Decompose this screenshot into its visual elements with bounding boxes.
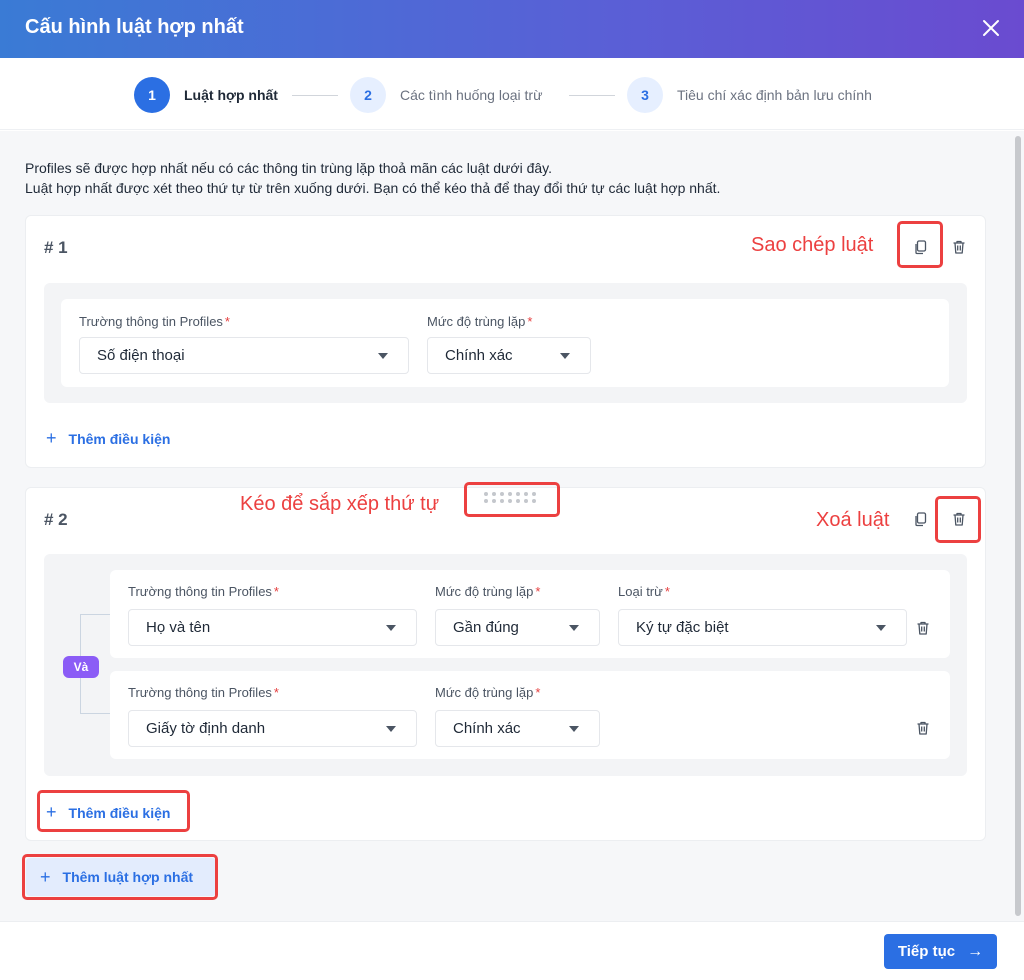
required-mark: *: [224, 314, 230, 329]
connector-line: [80, 713, 110, 714]
caret-down-icon: [876, 625, 886, 631]
rule-number: # 2: [44, 510, 68, 529]
step-2[interactable]: 2 Các tình huống loại trừ: [350, 77, 542, 113]
highlight-copy: [897, 221, 943, 268]
select-value: Chính xác: [445, 347, 513, 364]
match-label-text: Mức độ trùng lặp: [427, 314, 526, 329]
step-3[interactable]: 3 Tiêu chí xác định bản lưu chính: [627, 77, 872, 113]
condition-row: Trường thông tin Profiles * Họ và tên Mức…: [110, 570, 950, 658]
add-condition-button[interactable]: + Thêm điều kiện: [46, 428, 170, 449]
caret-down-icon: [569, 726, 579, 732]
profile-field-select[interactable]: Giấy tờ định danh: [128, 710, 417, 747]
match-label: Mức độ trùng lặp *: [435, 685, 540, 700]
match-label-text: Mức độ trùng lặp: [435, 685, 534, 700]
modal-footer: [0, 921, 1024, 980]
select-value: Giấy tờ định danh: [146, 720, 266, 737]
field-label-text: Trường thông tin Profiles: [79, 314, 223, 329]
step-number: 3: [627, 77, 663, 113]
match-level-select[interactable]: Chính xác: [427, 337, 591, 374]
field-label: Trường thông tin Profiles *: [128, 685, 279, 700]
rule-card-2: # 2 Trường thông tin Profiles * Họ và tên…: [25, 487, 986, 841]
match-level-select[interactable]: Gần đúng: [435, 609, 600, 646]
step-1[interactable]: 1 Luật hợp nhất: [134, 77, 278, 113]
exclude-label: Loại trừ *: [618, 584, 670, 599]
required-mark: *: [664, 584, 670, 599]
modal-title: Cấu hình luật hợp nhất: [25, 16, 244, 38]
trash-icon[interactable]: [946, 234, 972, 260]
trash-icon[interactable]: [910, 615, 936, 641]
step-label: Các tình huống loại trừ: [400, 87, 543, 103]
caret-down-icon: [560, 353, 570, 359]
profile-field-select[interactable]: Họ và tên: [128, 609, 417, 646]
condition-area: Trường thông tin Profiles * Số điện thoại…: [44, 283, 967, 403]
field-label: Trường thông tin Profiles *: [79, 314, 230, 329]
field-label-text: Trường thông tin Profiles: [128, 685, 272, 700]
description-line: Luật hợp nhất được xét theo thứ tự từ tr…: [25, 180, 721, 196]
exclude-select[interactable]: Ký tự đặc biệt: [618, 609, 907, 646]
highlight-delete: [935, 496, 981, 543]
condition-row: Trường thông tin Profiles * Giấy tờ định …: [110, 671, 950, 759]
step-connector: [569, 95, 615, 96]
field-label-text: Trường thông tin Profiles: [128, 584, 272, 599]
arrow-right-icon: →: [967, 942, 984, 960]
description: Profiles sẽ được hợp nhất nếu có các thô…: [25, 158, 720, 198]
match-label-text: Mức độ trùng lặp: [435, 584, 534, 599]
caret-down-icon: [386, 625, 396, 631]
next-button[interactable]: Tiếp tục →: [884, 934, 997, 969]
modal-header: Cấu hình luật hợp nhất: [0, 0, 1024, 58]
plus-icon: +: [46, 428, 57, 448]
required-mark: *: [535, 584, 541, 599]
required-mark: *: [273, 584, 279, 599]
scrollbar[interactable]: [1015, 136, 1021, 916]
highlight-add-rule: [22, 854, 218, 900]
step-connector: [292, 95, 338, 96]
step-number: 1: [134, 77, 170, 113]
select-value: Họ và tên: [146, 619, 211, 636]
match-label: Mức độ trùng lặp *: [427, 314, 532, 329]
rule-number: # 1: [44, 238, 68, 257]
caret-down-icon: [386, 726, 396, 732]
select-value: Ký tự đặc biệt: [636, 619, 729, 636]
highlight-add-condition: [37, 790, 190, 832]
copy-icon[interactable]: [908, 506, 934, 532]
highlight-drag: [464, 482, 560, 517]
add-condition-label: Thêm điều kiện: [68, 430, 171, 447]
select-value: Gần đúng: [453, 619, 519, 636]
select-value: Chính xác: [453, 720, 521, 737]
required-mark: *: [535, 685, 541, 700]
required-mark: *: [273, 685, 279, 700]
profile-field-select[interactable]: Số điện thoại: [79, 337, 409, 374]
connector-line: [80, 614, 110, 615]
step-label: Luật hợp nhất: [184, 87, 278, 103]
match-label: Mức độ trùng lặp *: [435, 584, 540, 599]
description-line: Profiles sẽ được hợp nhất nếu có các thô…: [25, 160, 552, 176]
condition-area: Trường thông tin Profiles * Họ và tên Mức…: [44, 554, 967, 776]
annotation-drag: Kéo để sắp xếp thứ tự: [240, 493, 440, 515]
required-mark: *: [527, 314, 533, 329]
select-value: Số điện thoại: [97, 347, 185, 364]
condition-row: Trường thông tin Profiles * Số điện thoại…: [61, 299, 949, 387]
annotation-copy-rule: Sao chép luật: [751, 234, 874, 256]
step-label: Tiêu chí xác định bản lưu chính: [677, 87, 872, 103]
annotation-delete-rule: Xoá luật: [816, 509, 890, 531]
close-icon[interactable]: [980, 17, 1002, 39]
match-level-select[interactable]: Chính xác: [435, 710, 600, 747]
step-number: 2: [350, 77, 386, 113]
caret-down-icon: [569, 625, 579, 631]
trash-icon[interactable]: [910, 715, 936, 741]
caret-down-icon: [378, 353, 388, 359]
and-connector-badge[interactable]: Và: [63, 656, 99, 678]
next-label: Tiếp tục: [897, 943, 956, 960]
exclude-label-text: Loại trừ: [618, 584, 663, 599]
field-label: Trường thông tin Profiles *: [128, 584, 279, 599]
